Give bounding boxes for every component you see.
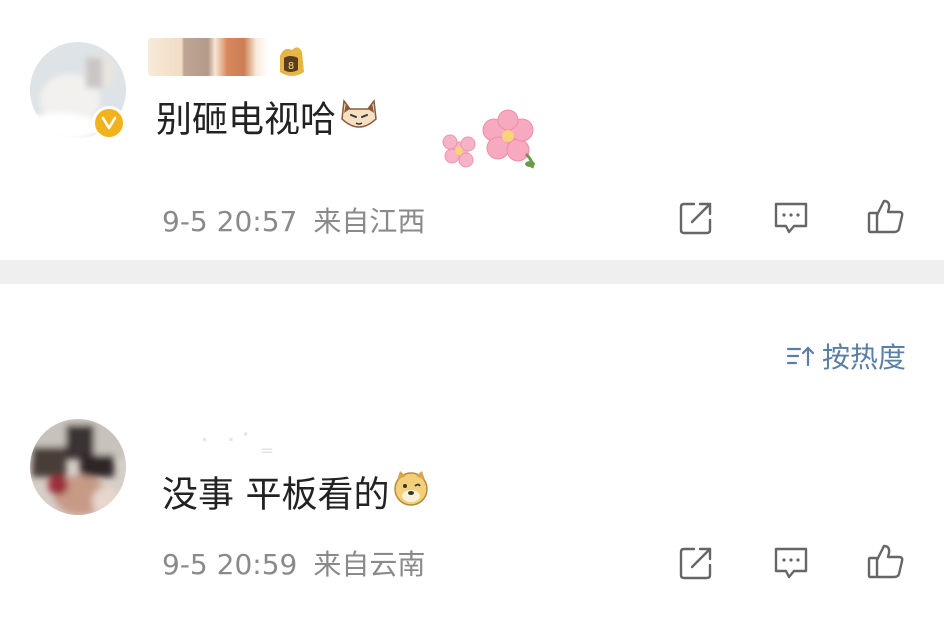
comment-icon (774, 547, 808, 579)
level-badge-icon: 8 (272, 42, 310, 86)
reply-button[interactable] (771, 543, 811, 583)
reply-button[interactable] (771, 198, 811, 238)
ip-location: 来自云南 (313, 548, 426, 581)
verified-badge-icon (92, 106, 126, 140)
share-icon (679, 202, 712, 235)
like-button[interactable] (866, 196, 906, 236)
flower-decoration (440, 108, 550, 176)
comment-text: 别砸电视哈 (156, 96, 380, 147)
like-icon (867, 544, 904, 579)
timestamp: 9-5 20:59 (162, 548, 298, 581)
avatar[interactable] (30, 419, 126, 515)
cat-face-emoji (338, 93, 380, 144)
svg-text:8: 8 (288, 61, 294, 72)
comment-meta: 9-5 20:59 来自云南 (162, 543, 425, 583)
comment-meta: 9-5 20:57 来自江西 (162, 200, 425, 240)
comment-icon (774, 202, 808, 234)
sort-icon (786, 346, 815, 367)
comment-item-1: 8 别砸电视哈 9-5 20:57 来自江西 (0, 0, 944, 260)
comment-item-2: ⠂⠐⠁‗ 没事 平板看的 9-5 20:59 来自云南 (0, 395, 944, 620)
like-icon (867, 199, 904, 234)
comment-text: 没事 平板看的 (162, 471, 431, 522)
doge-emoji (391, 468, 431, 519)
comment-text-content: 别砸电视哈 (156, 99, 337, 141)
share-button[interactable] (676, 543, 716, 583)
username-blurred[interactable] (148, 38, 268, 76)
share-button[interactable] (676, 198, 716, 238)
timestamp: 9-5 20:57 (162, 205, 298, 238)
share-icon (679, 547, 712, 580)
like-button[interactable] (866, 541, 906, 581)
ip-location: 来自江西 (313, 205, 426, 238)
section-divider (0, 260, 944, 284)
sort-label: 按热度 (821, 341, 906, 374)
username-faded[interactable]: ⠂⠐⠁‗ (200, 429, 278, 453)
sort-by-heat-button[interactable]: 按热度 (786, 336, 906, 376)
comment-text-content: 没事 平板看的 (162, 474, 390, 516)
